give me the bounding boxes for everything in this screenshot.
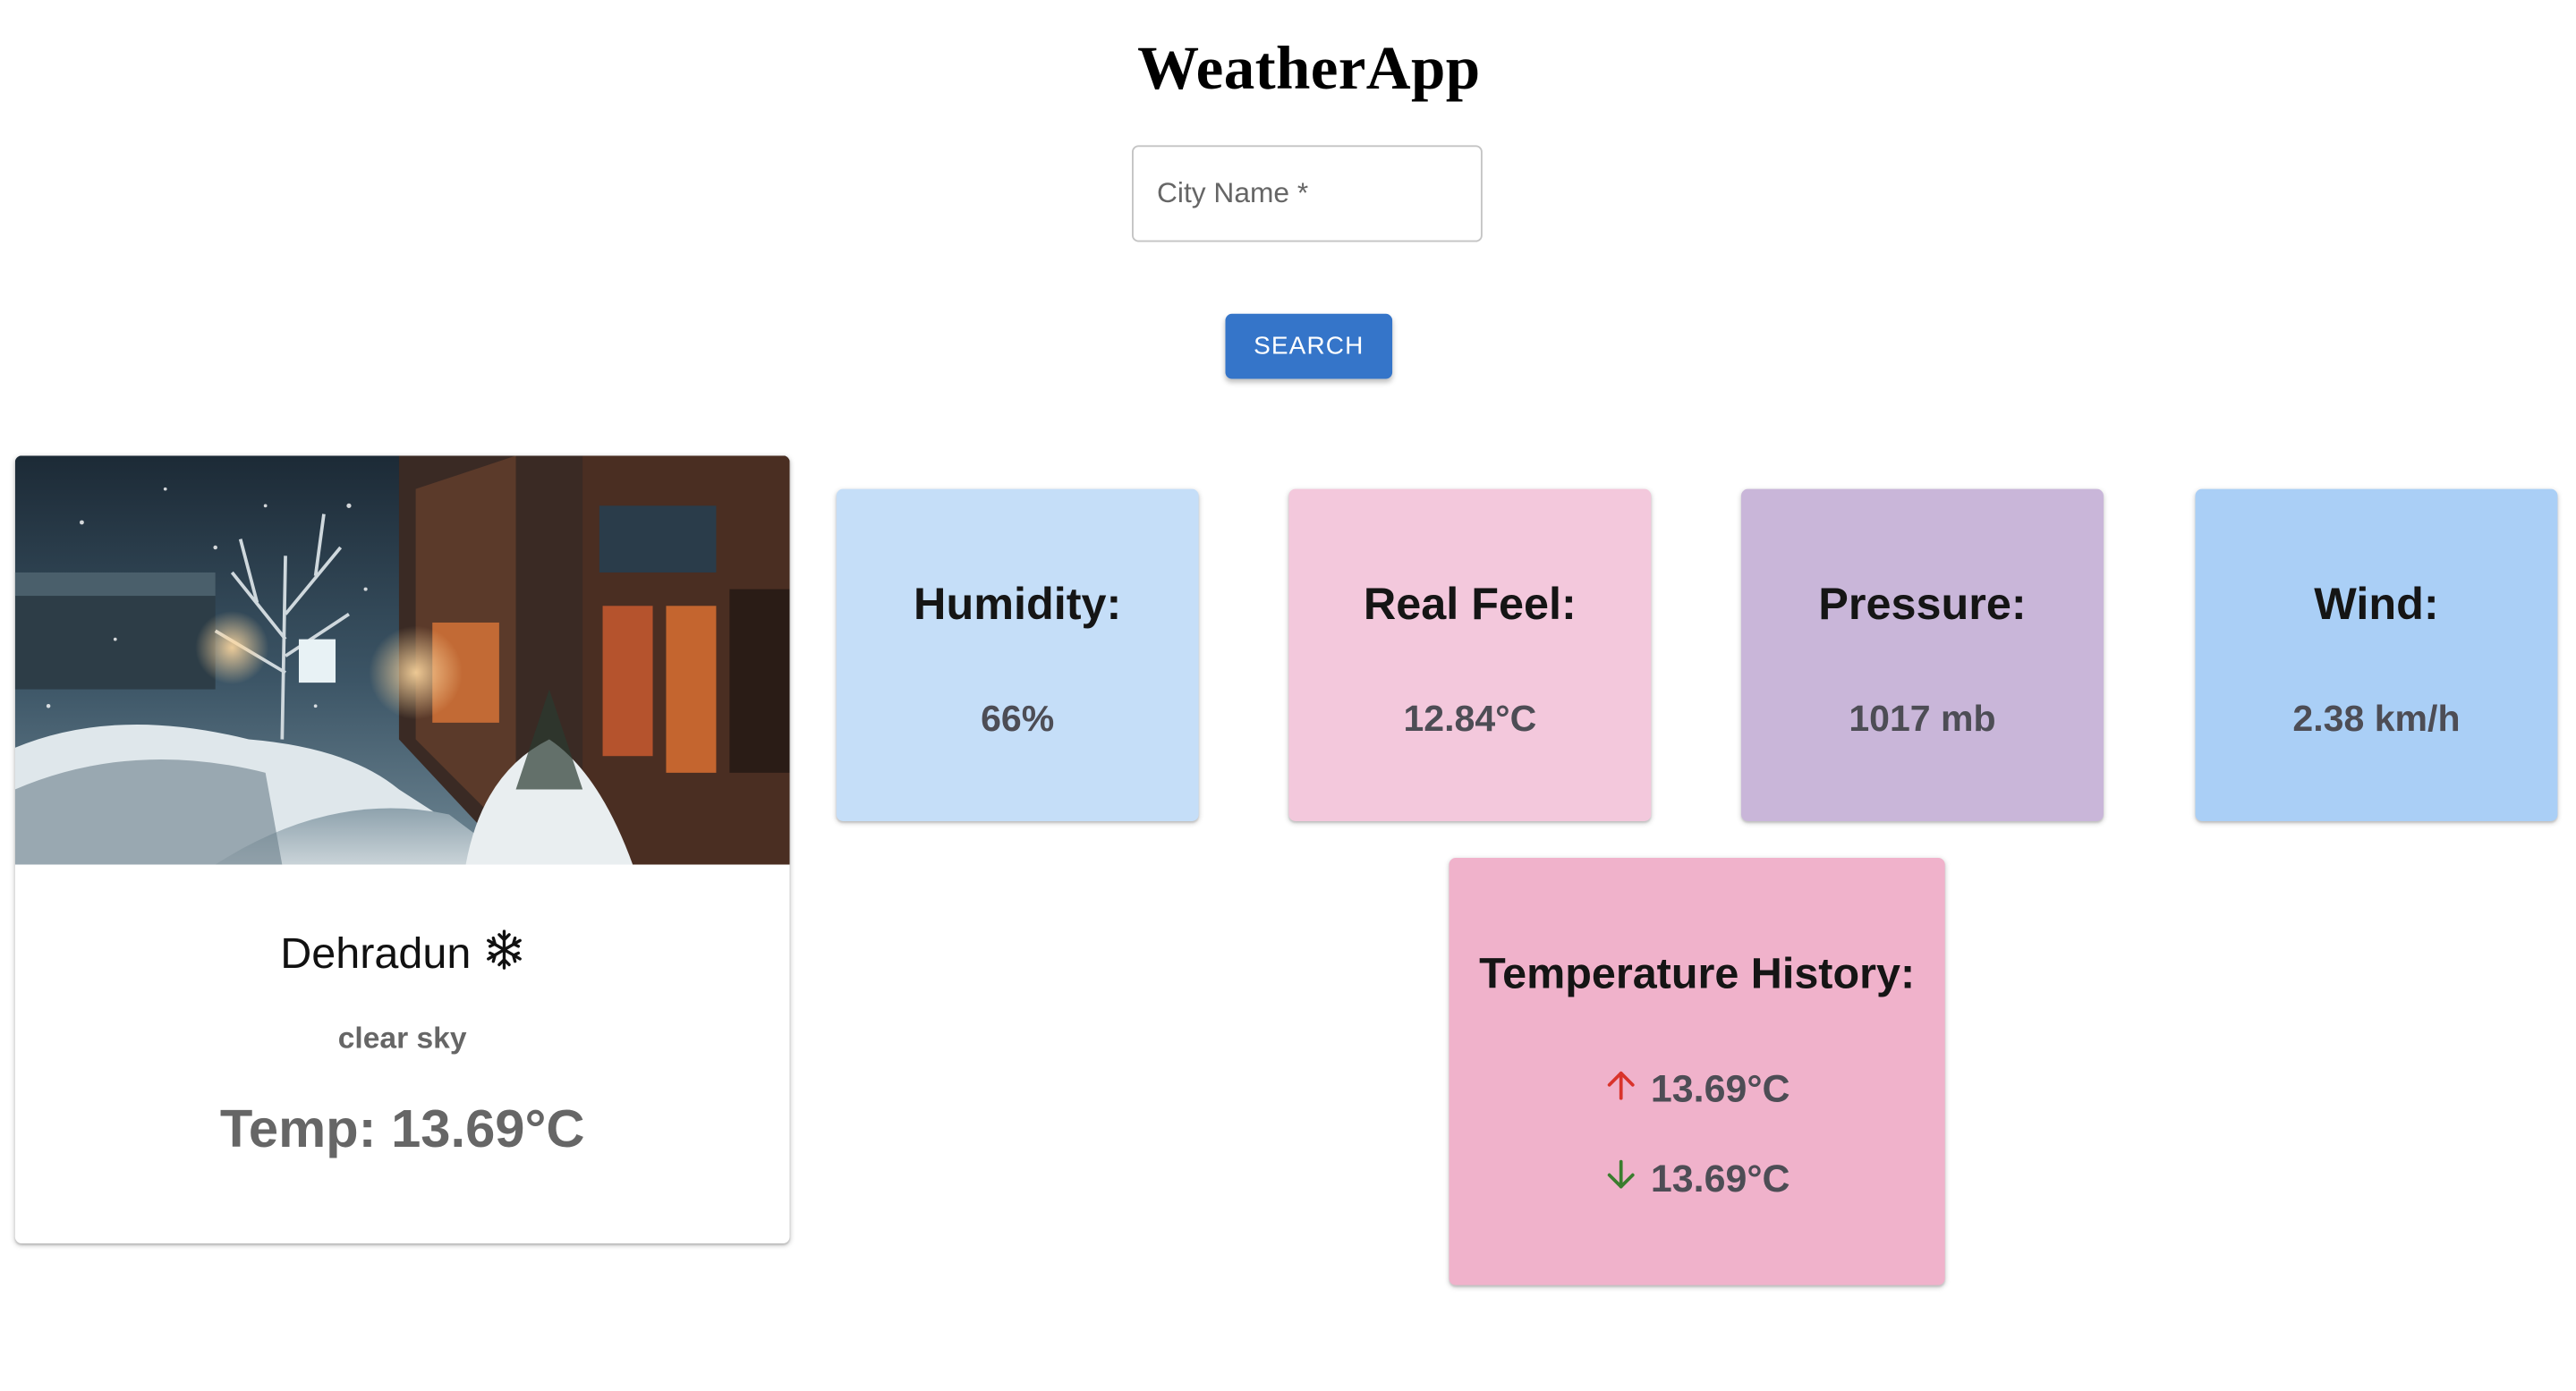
wind-label: Wind: — [2314, 579, 2439, 630]
humidity-label: Humidity: — [914, 579, 1122, 630]
temperature-history-title: Temperature History: — [1479, 947, 1916, 998]
min-temperature-row: 13.69°C — [1450, 1157, 1945, 1201]
max-temperature-value: 13.69°C — [1650, 1066, 1790, 1110]
min-temperature-value: 13.69°C — [1650, 1156, 1790, 1200]
real-feel-card: Real Feel: 12.84°C — [1288, 488, 1652, 821]
humidity-value: 66% — [981, 697, 1055, 740]
wind-card: Wind: 2.38 km/h — [2195, 488, 2558, 821]
temperature-history-card: Temperature History: 13.69°C 13.69°C — [1449, 858, 1945, 1285]
snowflake-icon — [484, 929, 524, 981]
real-feel-label: Real Feel: — [1363, 579, 1577, 630]
city-name-input[interactable] — [1133, 147, 1481, 241]
arrow-down-icon — [1607, 1159, 1635, 1189]
wind-value: 2.38 km/h — [2292, 697, 2461, 740]
arrow-up-icon — [1607, 1071, 1635, 1100]
max-temperature-row: 13.69°C — [1450, 1066, 1945, 1111]
temperature-readout: Temp: 13.69°C — [219, 1098, 585, 1158]
city-name: Dehradun — [280, 928, 472, 979]
pressure-label: Pressure: — [1818, 579, 2027, 630]
weather-description: clear sky — [337, 1021, 467, 1056]
pressure-value: 1017 mb — [1849, 697, 1996, 740]
pressure-card: Pressure: 1017 mb — [1741, 488, 2104, 821]
city-name-field[interactable] — [1132, 145, 1483, 242]
real-feel-value: 12.84°C — [1403, 697, 1537, 740]
city-row: Dehradun — [15, 928, 790, 981]
snowy-street-image — [14, 455, 790, 865]
search-button[interactable]: SEARCH — [1225, 313, 1393, 379]
app-title: WeatherApp — [1137, 35, 1481, 104]
city-weather-card: Dehradun clear sky Temp: 13.69°C — [14, 455, 790, 1244]
weather-app-page: WeatherApp SEARCH — [0, 0, 2576, 1390]
humidity-card: Humidity: 66% — [836, 488, 1199, 821]
